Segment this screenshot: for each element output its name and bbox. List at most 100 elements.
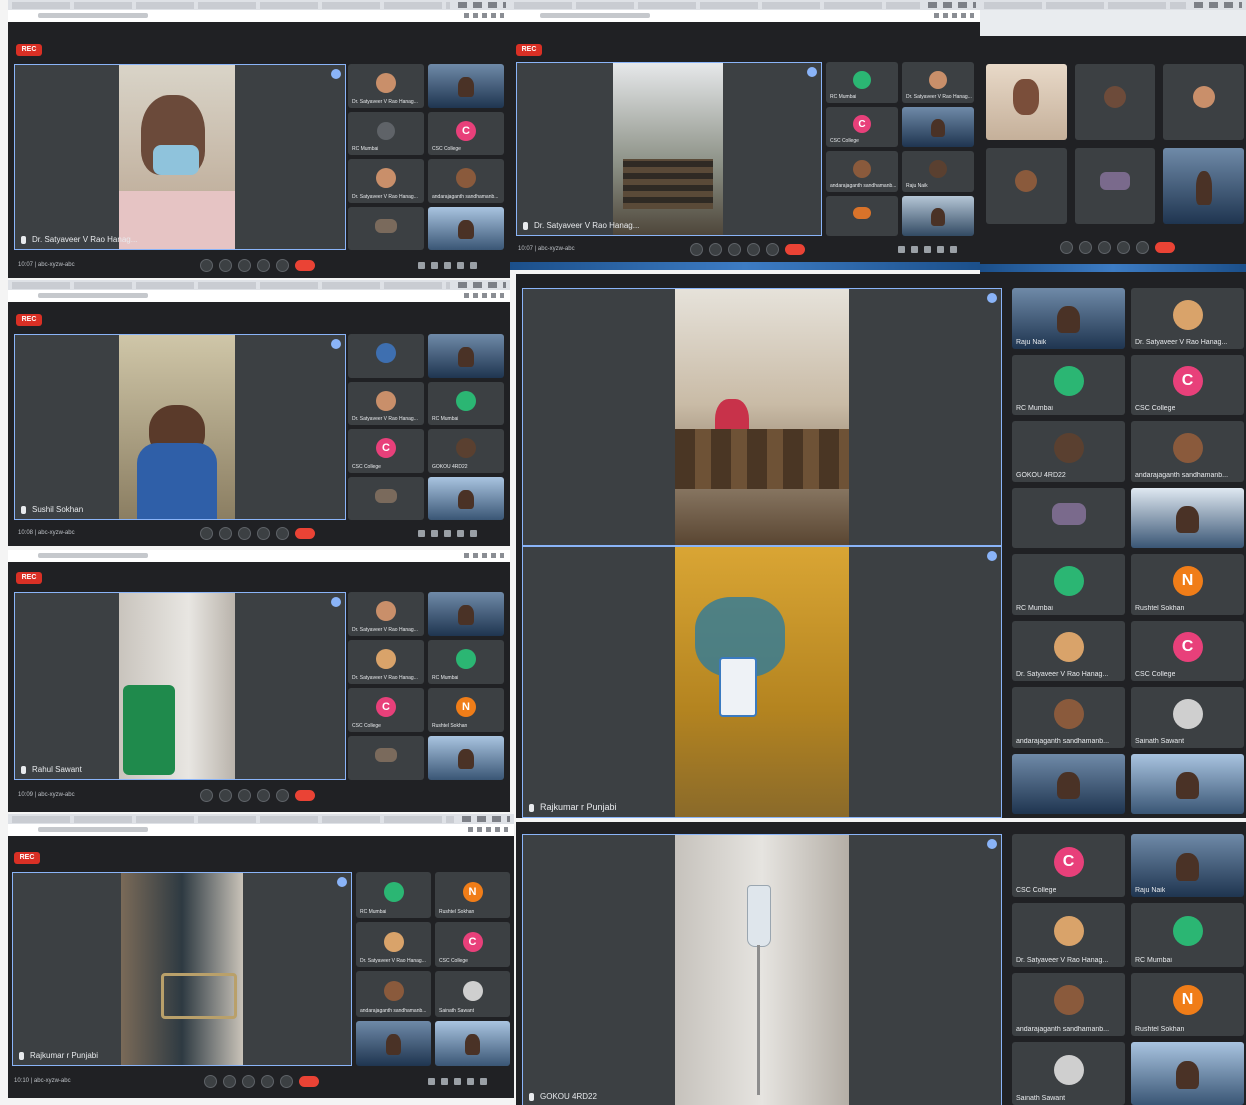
main-video[interactable]: Dr. Satyaveer V Rao Hanag... bbox=[516, 62, 822, 236]
pin-icon[interactable] bbox=[807, 67, 817, 77]
pin-icon[interactable] bbox=[987, 293, 997, 303]
participant-tile[interactable]: Dr. Satyaveer V Rao Hanag... bbox=[1012, 620, 1125, 681]
more-options-button[interactable] bbox=[280, 1074, 293, 1088]
participant-tile[interactable]: C CSC College bbox=[435, 921, 510, 967]
lock-icon[interactable] bbox=[950, 246, 957, 253]
browser-tab-bar[interactable] bbox=[510, 0, 980, 10]
main-video-bottom[interactable]: Rajkumar r Punjabi bbox=[522, 546, 1002, 818]
end-call-button[interactable] bbox=[785, 243, 805, 255]
captions-button[interactable] bbox=[1098, 240, 1111, 254]
captions-button[interactable] bbox=[238, 788, 251, 802]
participant-tile[interactable]: andarajaganth sandhamanb... bbox=[428, 159, 504, 203]
camera-button[interactable] bbox=[219, 526, 232, 540]
activities-icon[interactable] bbox=[467, 1078, 474, 1085]
participant-tile[interactable] bbox=[986, 64, 1067, 140]
activities-icon[interactable] bbox=[937, 246, 944, 253]
address-bar[interactable] bbox=[510, 10, 980, 22]
info-icon[interactable] bbox=[418, 530, 425, 537]
pin-icon[interactable] bbox=[331, 597, 341, 607]
participant-tile[interactable] bbox=[428, 592, 504, 636]
participant-tile[interactable] bbox=[1012, 753, 1125, 814]
participant-tile[interactable]: RC Mumbai bbox=[348, 111, 424, 155]
pin-icon[interactable] bbox=[331, 69, 341, 79]
pin-icon[interactable] bbox=[987, 551, 997, 561]
participant-tile[interactable]: C CSC College bbox=[1012, 834, 1125, 898]
participant-tile[interactable]: andarajaganth sandhamanb... bbox=[1012, 687, 1125, 748]
participant-tile[interactable] bbox=[356, 1020, 431, 1066]
self-view-tile[interactable] bbox=[1163, 148, 1244, 224]
participant-tile[interactable] bbox=[428, 64, 504, 108]
mic-button[interactable] bbox=[200, 526, 213, 540]
participant-tile[interactable]: N Rushtel Sokhan bbox=[428, 688, 504, 732]
participant-tile[interactable] bbox=[902, 106, 974, 147]
self-view-tile[interactable] bbox=[1131, 753, 1244, 814]
participant-tile[interactable]: N Rushtel Sokhan bbox=[435, 872, 510, 918]
chat-icon[interactable] bbox=[454, 1078, 461, 1085]
address-bar[interactable] bbox=[8, 10, 510, 22]
mic-button[interactable] bbox=[690, 242, 703, 256]
pin-icon[interactable] bbox=[337, 877, 347, 887]
participant-tile[interactable]: RC Mumbai bbox=[1131, 903, 1244, 967]
participant-tile[interactable]: RC Mumbai bbox=[1012, 554, 1125, 615]
main-video[interactable]: Rahul Sawant bbox=[14, 592, 346, 780]
participant-tile[interactable]: RC Mumbai bbox=[428, 381, 504, 425]
address-bar[interactable] bbox=[8, 550, 510, 562]
people-icon[interactable] bbox=[441, 1078, 448, 1085]
mic-button[interactable] bbox=[1060, 240, 1073, 254]
mic-button[interactable] bbox=[204, 1074, 217, 1088]
participant-tile[interactable] bbox=[1163, 64, 1244, 140]
lock-icon[interactable] bbox=[470, 262, 477, 269]
participant-tile[interactable]: C CSC College bbox=[428, 111, 504, 155]
more-options-button[interactable] bbox=[276, 788, 289, 802]
browser-tab-bar[interactable] bbox=[8, 0, 510, 10]
participant-tile[interactable]: C CSC College bbox=[348, 429, 424, 473]
main-video[interactable]: GOKOU 4RD22 bbox=[522, 834, 1002, 1105]
participant-tile[interactable]: RC Mumbai bbox=[1012, 354, 1125, 415]
participant-tile[interactable]: andarajaganth sandhamanb... bbox=[826, 151, 898, 192]
taskbar[interactable] bbox=[980, 264, 1246, 272]
end-call-button[interactable] bbox=[295, 789, 315, 801]
participant-tile[interactable]: Dr. Satyaveer V Rao Hanag... bbox=[902, 62, 974, 103]
participant-tile[interactable]: Sainath Sawant bbox=[1131, 687, 1244, 748]
end-call-button[interactable] bbox=[1155, 241, 1175, 253]
participant-tile[interactable]: andarajaganth sandhamanb... bbox=[356, 971, 431, 1017]
participant-tile[interactable] bbox=[348, 334, 424, 378]
participant-tile[interactable]: Raju Naik bbox=[1131, 834, 1244, 898]
activities-icon[interactable] bbox=[457, 530, 464, 537]
present-button[interactable] bbox=[257, 788, 270, 802]
participant-tile[interactable]: C CSC College bbox=[1131, 354, 1244, 415]
people-icon[interactable] bbox=[911, 246, 918, 253]
participant-tile[interactable]: Dr. Satyaveer V Rao Hanag... bbox=[348, 381, 424, 425]
browser-tab-bar[interactable] bbox=[8, 280, 510, 290]
participant-tile[interactable]: GOKOU 4RD22 bbox=[1012, 421, 1125, 482]
info-icon[interactable] bbox=[898, 246, 905, 253]
lock-icon[interactable] bbox=[480, 1078, 487, 1085]
participant-tile[interactable] bbox=[986, 148, 1067, 224]
participant-tile[interactable]: Dr. Satyaveer V Rao Hanag... bbox=[348, 64, 424, 108]
browser-tab-bar[interactable] bbox=[980, 0, 1246, 10]
participant-tile[interactable]: GOKOU 4RD22 bbox=[428, 429, 504, 473]
participant-tile[interactable]: Sainath Sawant bbox=[1012, 1041, 1125, 1105]
participant-tile[interactable]: Dr. Satyaveer V Rao Hanag... bbox=[348, 592, 424, 636]
participant-tile[interactable]: Dr. Satyaveer V Rao Hanag... bbox=[356, 921, 431, 967]
activities-icon[interactable] bbox=[457, 262, 464, 269]
captions-button[interactable] bbox=[238, 258, 251, 272]
address-bar[interactable] bbox=[8, 824, 514, 836]
participant-tile[interactable]: Raju Naik bbox=[902, 151, 974, 192]
present-button[interactable] bbox=[747, 242, 760, 256]
camera-button[interactable] bbox=[219, 258, 232, 272]
participant-tile[interactable] bbox=[826, 195, 898, 236]
people-icon[interactable] bbox=[431, 262, 438, 269]
self-view-tile[interactable] bbox=[428, 736, 504, 780]
camera-button[interactable] bbox=[219, 788, 232, 802]
participant-tile[interactable] bbox=[428, 334, 504, 378]
self-view-tile[interactable] bbox=[1131, 487, 1244, 548]
participant-tile[interactable] bbox=[1074, 64, 1156, 140]
participant-tile[interactable]: C CSC College bbox=[348, 688, 424, 732]
participant-tile[interactable] bbox=[348, 476, 424, 520]
camera-button[interactable] bbox=[1079, 240, 1092, 254]
mic-button[interactable] bbox=[200, 788, 213, 802]
camera-button[interactable] bbox=[223, 1074, 236, 1088]
pin-icon[interactable] bbox=[987, 839, 997, 849]
self-view-tile[interactable] bbox=[902, 195, 974, 236]
